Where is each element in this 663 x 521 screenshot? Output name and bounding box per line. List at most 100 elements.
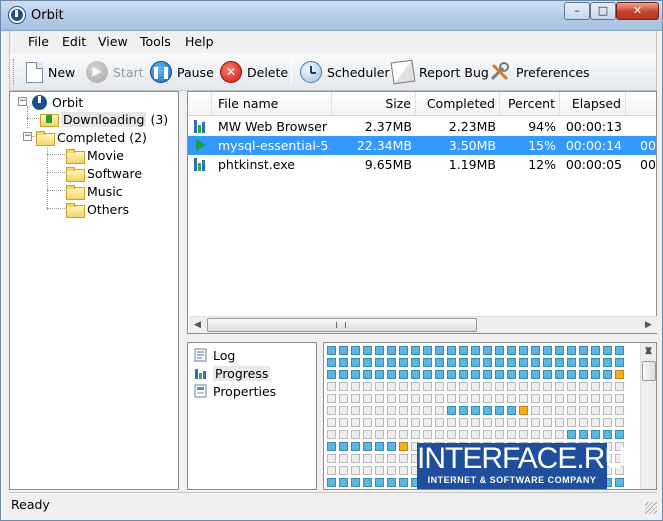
piece-cell <box>423 382 432 391</box>
scrollbar-thumb[interactable] <box>207 318 477 332</box>
tree-node-downloading[interactable]: Downloading (3) <box>40 110 168 128</box>
preferences-button[interactable]: Preferences <box>489 59 590 85</box>
piece-cell <box>435 418 444 427</box>
tab-properties[interactable]: Properties <box>194 382 276 400</box>
piece-cell <box>459 430 468 439</box>
piece-cell <box>327 430 336 439</box>
table-row[interactable]: MW Web Browser ... 2.37MB 2.23MB 94% 00:… <box>188 117 656 136</box>
column-header-elapsed[interactable]: Elapsed <box>560 92 626 116</box>
piece-cell <box>447 418 456 427</box>
piece-cell <box>387 418 396 427</box>
piece-cell <box>591 346 600 355</box>
piece-cell <box>399 406 408 415</box>
delete-button[interactable]: ✕ Delete <box>220 59 288 85</box>
piece-cell <box>591 358 600 367</box>
menu-tools[interactable]: Tools <box>140 34 171 49</box>
scheduler-button[interactable]: Scheduler <box>300 59 390 85</box>
piece-cell <box>375 382 384 391</box>
piece-cell <box>555 370 564 379</box>
piece-cell <box>375 466 384 475</box>
resize-grip[interactable] <box>645 502 657 514</box>
piece-cell <box>327 382 336 391</box>
vertical-scrollbar[interactable]: ▲ ▼ <box>640 343 656 489</box>
new-button[interactable]: New <box>26 59 75 85</box>
tree-node-movie[interactable]: Movie <box>66 146 124 164</box>
piece-cell <box>519 394 528 403</box>
column-header-filename[interactable]: File name <box>212 92 332 116</box>
menu-file[interactable]: File <box>28 34 49 49</box>
piece-cell <box>351 466 360 475</box>
piece-cell <box>519 370 528 379</box>
piece-cell <box>507 430 516 439</box>
folder-icon <box>66 148 85 164</box>
piece-cell <box>567 406 576 415</box>
tree-node-completed[interactable]: Completed (2) <box>36 128 147 146</box>
piece-cell <box>375 394 384 403</box>
tab-log[interactable]: Log <box>194 346 235 364</box>
tab-progress[interactable]: Progress <box>194 364 271 382</box>
scheduler-label: Scheduler <box>327 64 390 80</box>
piece-cell <box>603 346 612 355</box>
report-bug-button[interactable]: Report Bug <box>390 59 489 85</box>
scroll-down-icon[interactable]: ▼ <box>641 343 656 360</box>
piece-cell <box>495 418 504 427</box>
column-header-size[interactable]: Size <box>332 92 416 116</box>
tree-collapse-toggle[interactable]: − <box>23 132 32 141</box>
tree-node-label: Movie <box>87 147 124 163</box>
piece-cell <box>339 442 348 451</box>
piece-cell <box>375 370 384 379</box>
piece-cell <box>351 442 360 451</box>
toolbar-grip[interactable] <box>13 59 16 85</box>
scrollbar-thumb[interactable] <box>642 361 656 381</box>
menu-edit[interactable]: Edit <box>62 34 86 49</box>
start-button[interactable]: ▶ Start <box>86 59 144 85</box>
piece-cell <box>399 382 408 391</box>
file-name: mysql-essential-5.... <box>218 138 330 153</box>
maximize-button[interactable]: □ <box>590 2 616 20</box>
piece-cell <box>483 382 492 391</box>
table-row[interactable]: phtkinst.exe 9.65MB 1.19MB 12% 00:00:05 … <box>188 155 656 174</box>
piece-cell <box>375 454 384 463</box>
title-bar[interactable]: Orbit – □ ✕ <box>1 1 662 31</box>
piece-cell <box>579 346 588 355</box>
menu-help[interactable]: Help <box>185 34 214 49</box>
piece-cell <box>411 346 420 355</box>
tree-node-software[interactable]: Software <box>66 164 142 182</box>
column-header-completed[interactable]: Completed <box>416 92 500 116</box>
log-icon <box>194 348 208 362</box>
piece-cell <box>363 478 372 487</box>
piece-cell <box>519 358 528 367</box>
piece-cell <box>555 382 564 391</box>
piece-cell <box>411 394 420 403</box>
piece-cell <box>543 358 552 367</box>
piece-cell <box>327 406 336 415</box>
pause-button[interactable]: ❚❚ Pause <box>150 59 214 85</box>
piece-cell <box>459 418 468 427</box>
piece-cell <box>435 358 444 367</box>
piece-cell <box>531 430 540 439</box>
scroll-right-icon[interactable]: ▶ <box>640 317 657 334</box>
close-button[interactable]: ✕ <box>616 2 659 20</box>
piece-cell <box>495 430 504 439</box>
piece-cell <box>507 370 516 379</box>
tree-node-others[interactable]: Others <box>66 200 129 218</box>
tree-collapse-toggle[interactable]: − <box>18 97 27 106</box>
menu-view[interactable]: View <box>98 34 128 49</box>
table-row[interactable]: mysql-essential-5.... 22.34MB 3.50MB 15%… <box>188 136 656 155</box>
horizontal-scrollbar[interactable]: ◀ ▶ <box>189 316 657 333</box>
column-header-status[interactable] <box>188 92 212 116</box>
minimize-button[interactable]: – <box>564 2 590 20</box>
scroll-left-icon[interactable]: ◀ <box>189 317 206 334</box>
tree-node-orbit[interactable]: Orbit <box>32 93 83 111</box>
tree-node-label: Completed <box>57 129 126 145</box>
piece-cell <box>387 358 396 367</box>
piece-cell <box>459 346 468 355</box>
tools-icon <box>489 61 511 83</box>
piece-cell <box>471 358 480 367</box>
tree-node-music[interactable]: Music <box>66 182 123 200</box>
interface-ru-watermark: INTERFACE.RU INTERNET & SOFTWARE COMPANY <box>417 443 626 489</box>
piece-cell <box>555 394 564 403</box>
piece-cell <box>615 346 624 355</box>
detail-tabs: Log Progress Properties <box>187 342 317 490</box>
column-header-percent[interactable]: Percent <box>500 92 560 116</box>
